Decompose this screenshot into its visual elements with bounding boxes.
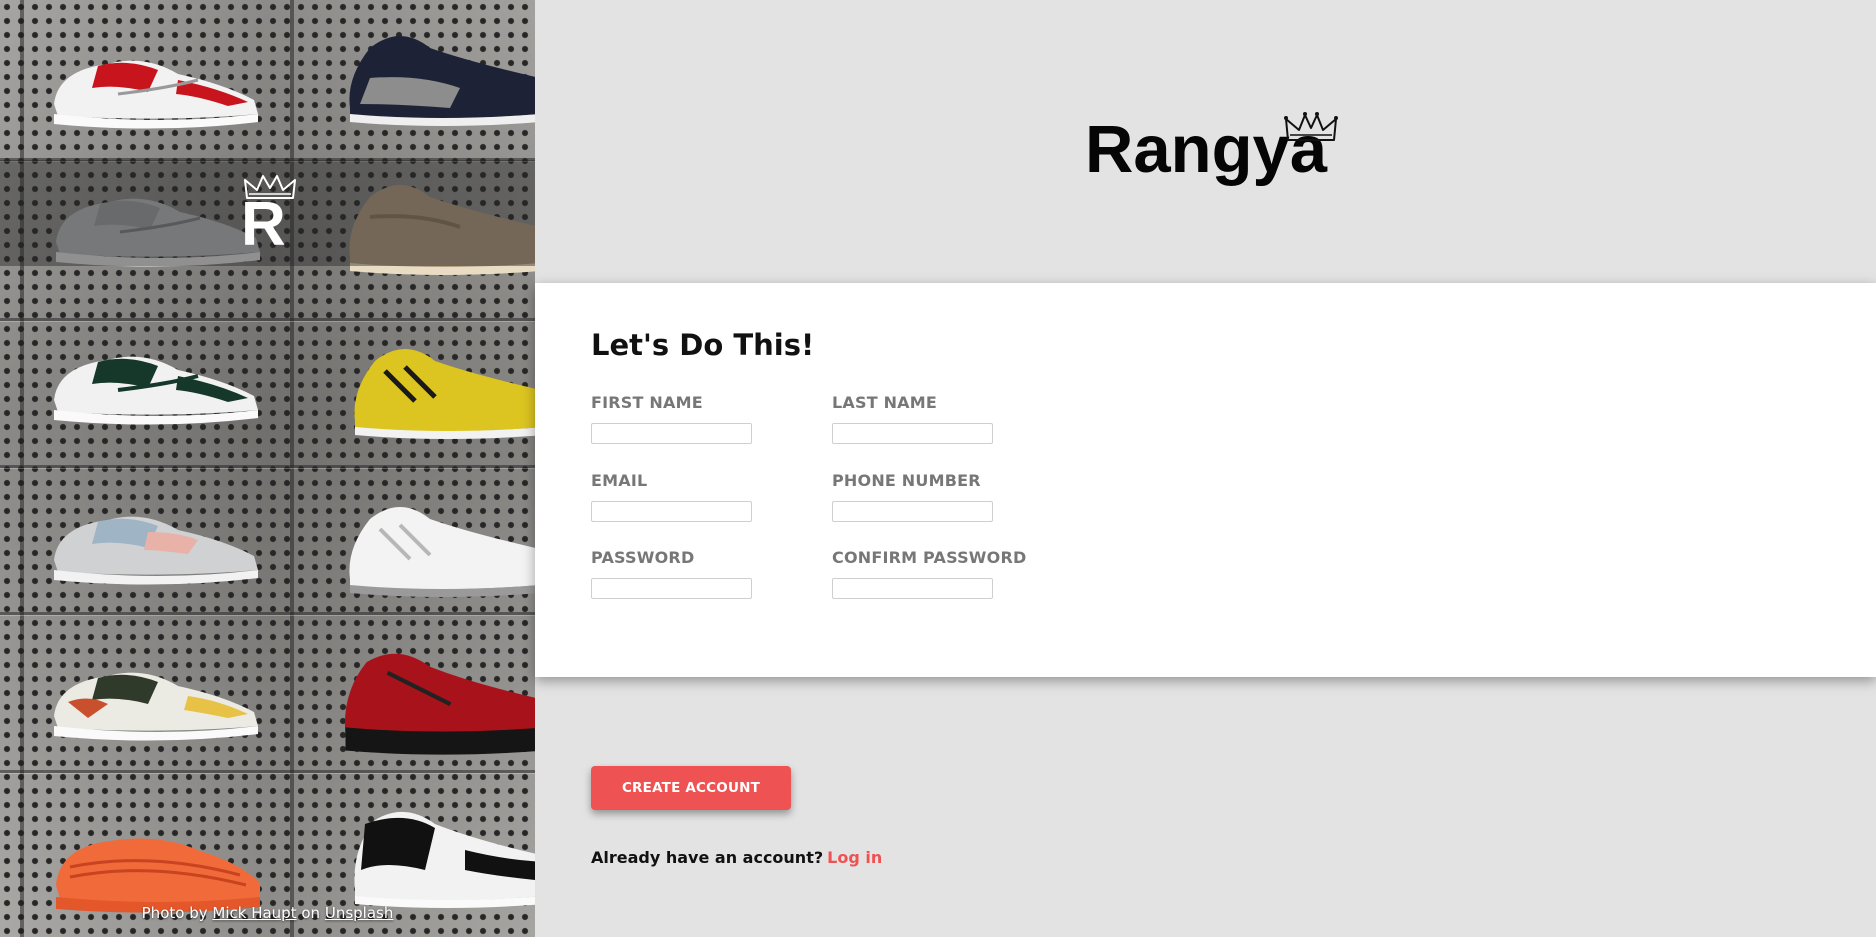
sneaker-pink-grey	[48, 500, 264, 586]
pegboard-rail	[290, 0, 294, 937]
pegboard-rail	[20, 0, 24, 937]
login-prompt-text: Already have an account?	[591, 848, 824, 867]
phone-field: PHONE NUMBER	[832, 471, 1032, 522]
first-name-input[interactable]	[591, 423, 752, 444]
photo-credit: Photo by Mick Haupt on Unsplash	[0, 904, 535, 922]
email-label: EMAIL	[591, 471, 648, 490]
phone-label: PHONE NUMBER	[832, 471, 981, 490]
sneaker-yellow	[345, 326, 535, 446]
sneaker-red-white	[48, 44, 264, 130]
sneaker-green-white	[48, 340, 264, 426]
shelf-line	[0, 612, 535, 615]
sneaker-wall-photo: R Photo by Mick Haupt on Unsplash	[0, 0, 535, 937]
sneaker-navy-cement	[340, 18, 535, 128]
login-prompt: Already have an account? Log in	[591, 848, 882, 867]
signup-form: Let's Do This! FIRST NAME LAST NAME EMAI…	[535, 283, 1876, 677]
credit-on: on	[301, 904, 321, 922]
last-name-label: LAST NAME	[832, 393, 938, 412]
first-name-field: FIRST NAME	[591, 393, 791, 444]
email-input[interactable]	[591, 501, 752, 522]
first-name-label: FIRST NAME	[591, 393, 703, 412]
credit-prefix: Photo by	[141, 904, 208, 922]
confirm-password-input[interactable]	[832, 578, 993, 599]
phone-input[interactable]	[832, 501, 993, 522]
last-name-input[interactable]	[832, 423, 993, 444]
last-name-field: LAST NAME	[832, 393, 1032, 444]
sneaker-white	[340, 484, 535, 604]
sneaker-camo	[48, 656, 264, 742]
create-account-button[interactable]: CREATE ACCOUNT	[591, 766, 791, 810]
photo-logo: R	[235, 168, 305, 264]
form-heading: Let's Do This!	[591, 328, 815, 362]
shelf-line	[0, 465, 535, 468]
shelf-line	[0, 770, 535, 773]
crown-icon	[1284, 112, 1338, 141]
sneaker-black-white	[345, 790, 535, 920]
brand-logo: Rangya	[1085, 106, 1345, 196]
password-label: PASSWORD	[591, 548, 695, 567]
password-field: PASSWORD	[591, 548, 791, 599]
photo-logo-letter: R	[241, 190, 286, 259]
password-input[interactable]	[591, 578, 752, 599]
confirm-password-field: CONFIRM PASSWORD	[832, 548, 1032, 599]
email-field: EMAIL	[591, 471, 791, 522]
shelf-line	[0, 318, 535, 321]
confirm-password-label: CONFIRM PASSWORD	[832, 548, 1027, 567]
login-link[interactable]: Log in	[827, 848, 882, 867]
credit-site-link[interactable]: Unsplash	[325, 904, 394, 922]
credit-author-link[interactable]: Mick Haupt	[212, 904, 296, 922]
sneaker-red-black	[335, 634, 535, 764]
